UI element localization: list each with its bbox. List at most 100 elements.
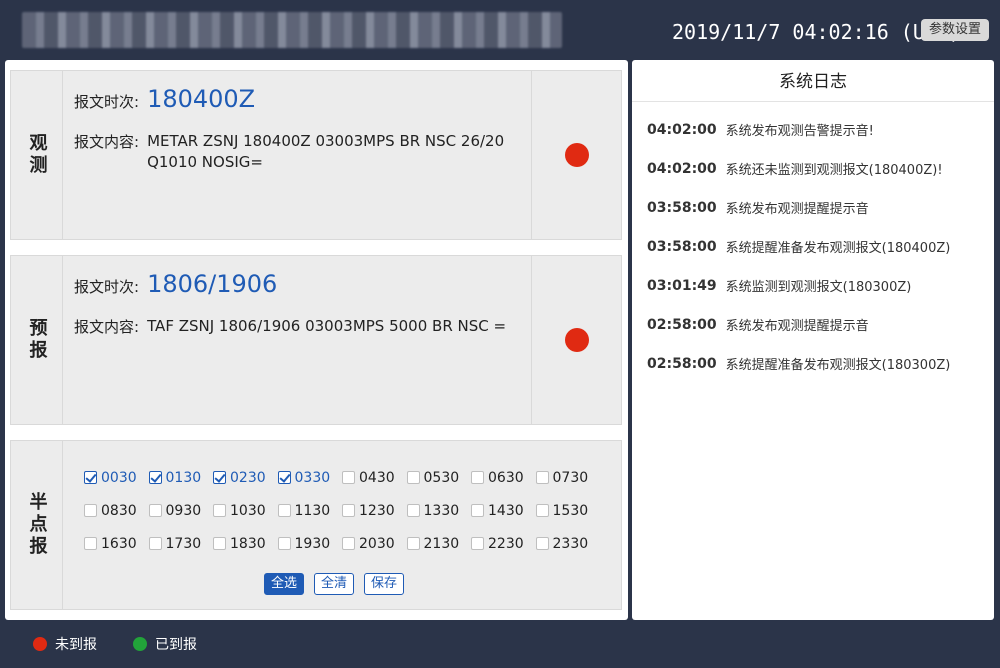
checkbox-empty-icon[interactable] [406,537,420,550]
checkbox-empty-icon[interactable] [471,504,484,517]
observation-body: 报文时次: 180400Z 报文内容: METAR ZSNJ 180400Z 0… [64,71,532,239]
halfhour-time-label: 1830 [230,535,266,552]
checkbox-empty-icon[interactable] [535,504,549,517]
halfhour-row: 1630 1730 1830 1930 2030 2130 2230 2330 [84,527,604,560]
legend-green-dot [133,637,147,651]
halfhour-body: 0030 0130 0230 0330 0430 0530 0630 0730 0830 0930… [64,441,622,609]
halfhour-label: 半点报 [11,441,63,609]
observation-content-label: 报文内容: [74,133,140,151]
legend-arrived: 已到报 [155,637,197,653]
checkbox-checked-icon[interactable] [148,471,162,484]
halfhour-time-label: 0230 [230,469,266,486]
halfhour-time-label: 0430 [359,469,395,486]
halfhour-time-label: 0130 [165,469,202,486]
halfhour-checkbox-item[interactable]: 0430 [342,461,407,494]
checkbox-checked-icon[interactable] [84,471,97,484]
checkbox-empty-icon[interactable] [148,504,162,517]
log-entry-time: 03:58:00 [647,199,717,216]
halfhour-checkbox-item[interactable]: 0630 [471,461,536,494]
halfhour-checkbox-item[interactable]: 1930 [277,527,343,560]
halfhour-time-label: 1030 [230,502,266,519]
checkbox-checked-icon[interactable] [277,471,291,484]
halfhour-checkbox-item[interactable]: 1130 [277,494,343,527]
halfhour-time-label: 1230 [359,502,395,519]
halfhour-time-label: 1530 [552,502,589,519]
log-entry: 04:02:00 系统发布观测告警提示音! [632,110,994,149]
save-button[interactable]: 保存 [364,573,405,595]
halfhour-time-label: 0030 [101,469,137,486]
halfhour-checkbox-item[interactable]: 2130 [406,527,472,560]
log-entry-time: 04:02:00 [647,121,717,138]
log-entry: 04:02:00 系统还未监测到观测报文(180400Z)! [632,149,994,188]
halfhour-checkbox-item[interactable]: 0830 [84,494,149,527]
checkbox-empty-icon[interactable] [406,471,420,484]
halfhour-checkbox-item[interactable]: 1630 [84,527,149,560]
checkbox-empty-icon[interactable] [148,537,162,550]
forecast-label: 预报 [11,256,63,424]
forecast-content-value: TAF ZSNJ 1806/1906 03003MPS 5000 BR NSC … [147,317,507,335]
checkbox-empty-icon[interactable] [535,537,549,550]
halfhour-checkbox-item[interactable]: 1030 [213,494,278,527]
halfhour-checkbox-item[interactable]: 2030 [342,527,407,560]
halfhour-checkbox-grid: 0030 0130 0230 0330 0430 0530 0630 0730 0830 0930… [84,461,604,560]
log-entry-text: 系统提醒准备发布观测报文(180300Z) [725,358,951,373]
halfhour-checkbox-item[interactable]: 0330 [277,461,343,494]
halfhour-checkbox-item[interactable]: 1530 [535,494,601,527]
observation-label: 观测 [11,71,63,239]
observation-time-value: 180400Z [147,85,256,113]
halfhour-checkbox-item[interactable]: 2330 [535,527,601,560]
observation-time-label: 报文时次: [74,93,140,111]
checkbox-empty-icon[interactable] [84,504,97,517]
app-title-blurred [22,12,562,48]
legend-not-arrived: 未到报 [55,637,97,653]
halfhour-time-label: 2230 [488,535,524,552]
checkbox-checked-icon[interactable] [213,471,226,484]
halfhour-checkbox-item[interactable]: 1230 [342,494,407,527]
log-entry-text: 系统监测到观测报文(180300Z) [725,280,912,295]
checkbox-empty-icon[interactable] [342,471,355,484]
log-entry-text: 系统发布观测提醒提示音 [725,202,869,217]
halfhour-time-label: 1630 [101,535,137,552]
checkbox-empty-icon[interactable] [471,471,484,484]
forecast-time-value: 1806/1906 [147,270,278,298]
halfhour-time-label: 2130 [423,535,460,552]
halfhour-time-label: 0830 [101,502,137,519]
checkbox-empty-icon[interactable] [342,537,355,550]
log-list: 04:02:00 系统发布观测告警提示音! 04:02:00 系统还未监测到观测报文(… [632,102,994,383]
halfhour-checkbox-item[interactable]: 0230 [213,461,278,494]
log-entry-time: 02:58:00 [647,355,717,372]
settings-button[interactable]: 参数设置 [921,19,989,41]
checkbox-empty-icon[interactable] [471,537,484,550]
checkbox-empty-icon[interactable] [213,504,226,517]
select-all-button[interactable]: 全选 [264,573,305,595]
halfhour-checkbox-item[interactable]: 1730 [148,527,214,560]
checkbox-empty-icon[interactable] [84,537,97,550]
checkbox-empty-icon[interactable] [277,537,291,550]
log-title: 系统日志 [632,60,994,102]
checkbox-empty-icon[interactable] [406,504,420,517]
checkbox-empty-icon[interactable] [213,537,226,550]
halfhour-checkbox-item[interactable]: 0930 [148,494,214,527]
clear-all-button[interactable]: 全清 [314,573,355,595]
halfhour-checkbox-item[interactable]: 0530 [406,461,472,494]
halfhour-checkbox-item[interactable]: 1330 [406,494,472,527]
forecast-status [531,256,621,424]
checkbox-empty-icon[interactable] [277,504,291,517]
halfhour-time-label: 0730 [552,469,589,486]
halfhour-checkbox-item[interactable]: 0030 [84,461,149,494]
halfhour-section: 半点报 0030 0130 0230 0330 0430 0530 0630 0730 0830… [10,440,622,610]
forecast-content-label: 报文内容: [74,318,140,336]
log-entry-time: 04:02:00 [647,160,717,177]
halfhour-checkbox-item[interactable]: 2230 [471,527,536,560]
system-log-panel: 系统日志 04:02:00 系统发布观测告警提示音! 04:02:00 系统还未监测到… [632,60,994,620]
log-entry: 03:58:00 系统提醒准备发布观测报文(180400Z) [632,227,994,266]
halfhour-checkbox-item[interactable]: 0730 [535,461,601,494]
header-bar: 2019/11/7 04:02:16 (UTC) 参数设置 [0,0,1000,60]
halfhour-checkbox-item[interactable]: 1430 [471,494,536,527]
halfhour-checkbox-item[interactable]: 0130 [148,461,214,494]
halfhour-checkbox-item[interactable]: 1830 [213,527,278,560]
checkbox-empty-icon[interactable] [535,471,549,484]
checkbox-empty-icon[interactable] [342,504,355,517]
log-entry-time: 03:01:49 [647,277,717,294]
legend: 未到报 已到报 [33,634,233,654]
